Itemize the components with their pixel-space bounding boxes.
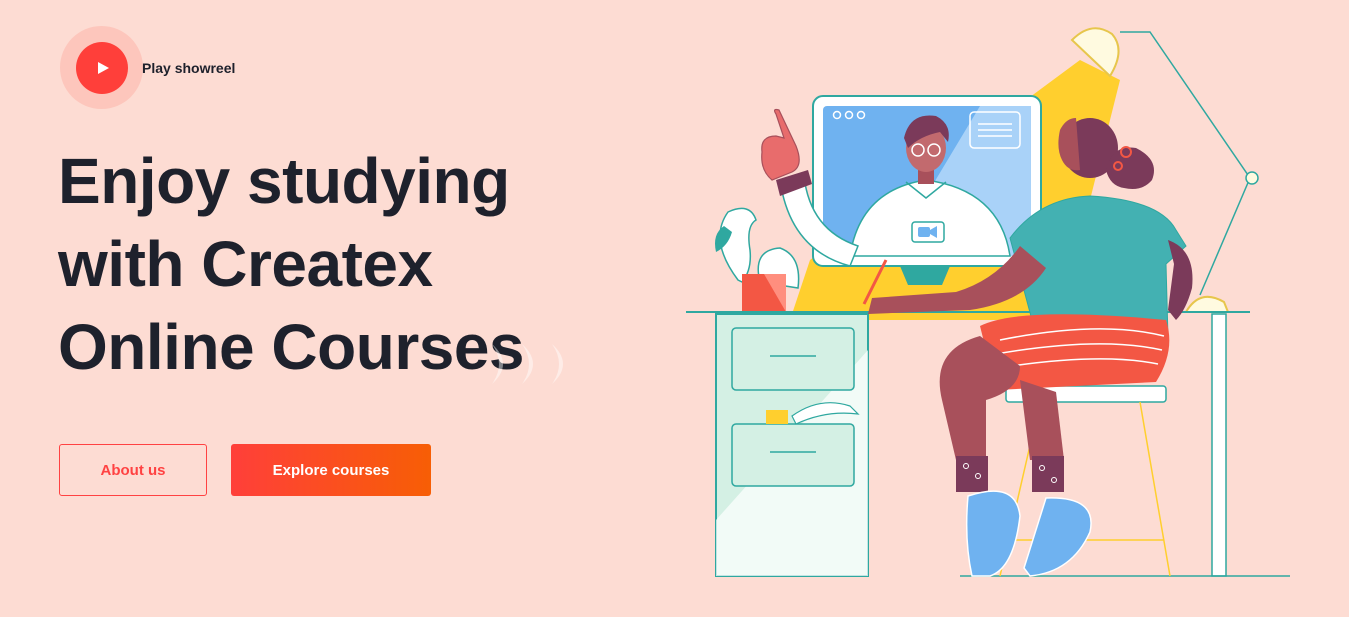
hero-headline: Enjoy studying with Createx Online Cours… (58, 140, 525, 389)
sticky-note (766, 410, 788, 424)
play-icon (98, 61, 109, 74)
plant-leaf-1 (719, 207, 757, 283)
play-button-halo[interactable] (60, 26, 143, 109)
online-learning-illustration (686, 27, 1290, 577)
lamp-base (1184, 295, 1230, 313)
explore-courses-button[interactable]: Explore courses (231, 444, 431, 496)
desk-leg-right (1211, 313, 1227, 577)
play-showreel-control[interactable]: Play showreel (60, 26, 235, 109)
play-showreel-label[interactable]: Play showreel (142, 60, 235, 76)
about-us-button[interactable]: About us (59, 444, 207, 496)
decorative-chevrons (492, 344, 563, 384)
sock-left (956, 456, 988, 492)
headline-line-2: with Createx (58, 228, 433, 300)
sock-right (1032, 456, 1064, 492)
lamp-joint (1245, 171, 1259, 185)
shoe-right (1023, 497, 1092, 577)
stool-legs (999, 401, 1171, 577)
play-button[interactable] (75, 41, 128, 94)
hero-section: Play showreel Enjoy studying with Create… (0, 0, 1349, 617)
headline-line-1: Enjoy studying (58, 145, 510, 217)
drawer-top (731, 327, 855, 391)
drawer-bottom (731, 423, 855, 487)
shoe-left (965, 490, 1021, 577)
pointing-hand (761, 108, 800, 181)
monitor-stand (900, 266, 950, 285)
headline-line-3: Online Courses (58, 311, 525, 383)
